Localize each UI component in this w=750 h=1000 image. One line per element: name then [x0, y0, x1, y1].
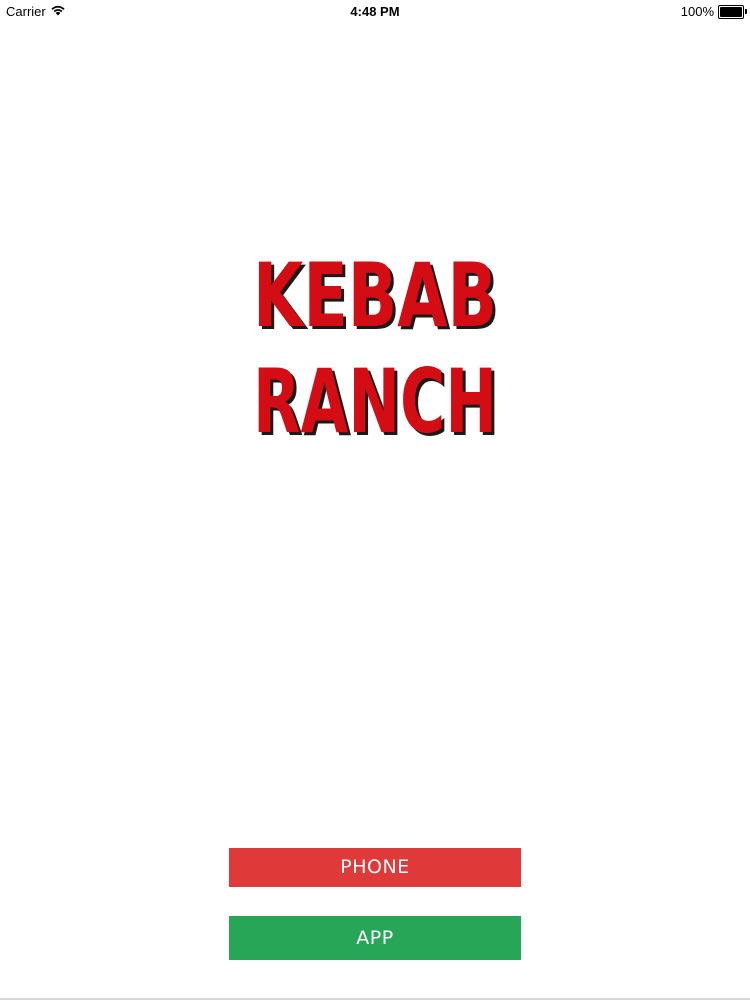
- battery-fill: [720, 6, 742, 17]
- phone-button[interactable]: PHONE: [229, 848, 521, 887]
- battery-percent: 100%: [680, 4, 714, 19]
- battery-tip: [745, 8, 747, 14]
- kebab-ranch-logo: KEBAB RANCH KEBAB RANCH: [0, 228, 750, 448]
- status-bar: Carrier 4:48 PM 100%: [0, 0, 750, 22]
- status-right: 100%: [680, 4, 747, 19]
- logo-line2: RANCH: [253, 350, 497, 448]
- logo-svg: KEBAB RANCH KEBAB RANCH: [253, 244, 500, 448]
- status-time: 4:48 PM: [350, 4, 400, 19]
- logo-text: KEBAB RANCH: [253, 244, 497, 448]
- logo-line1: KEBAB: [253, 244, 497, 347]
- battery-icon: [718, 4, 747, 19]
- app-button[interactable]: APP: [229, 916, 521, 960]
